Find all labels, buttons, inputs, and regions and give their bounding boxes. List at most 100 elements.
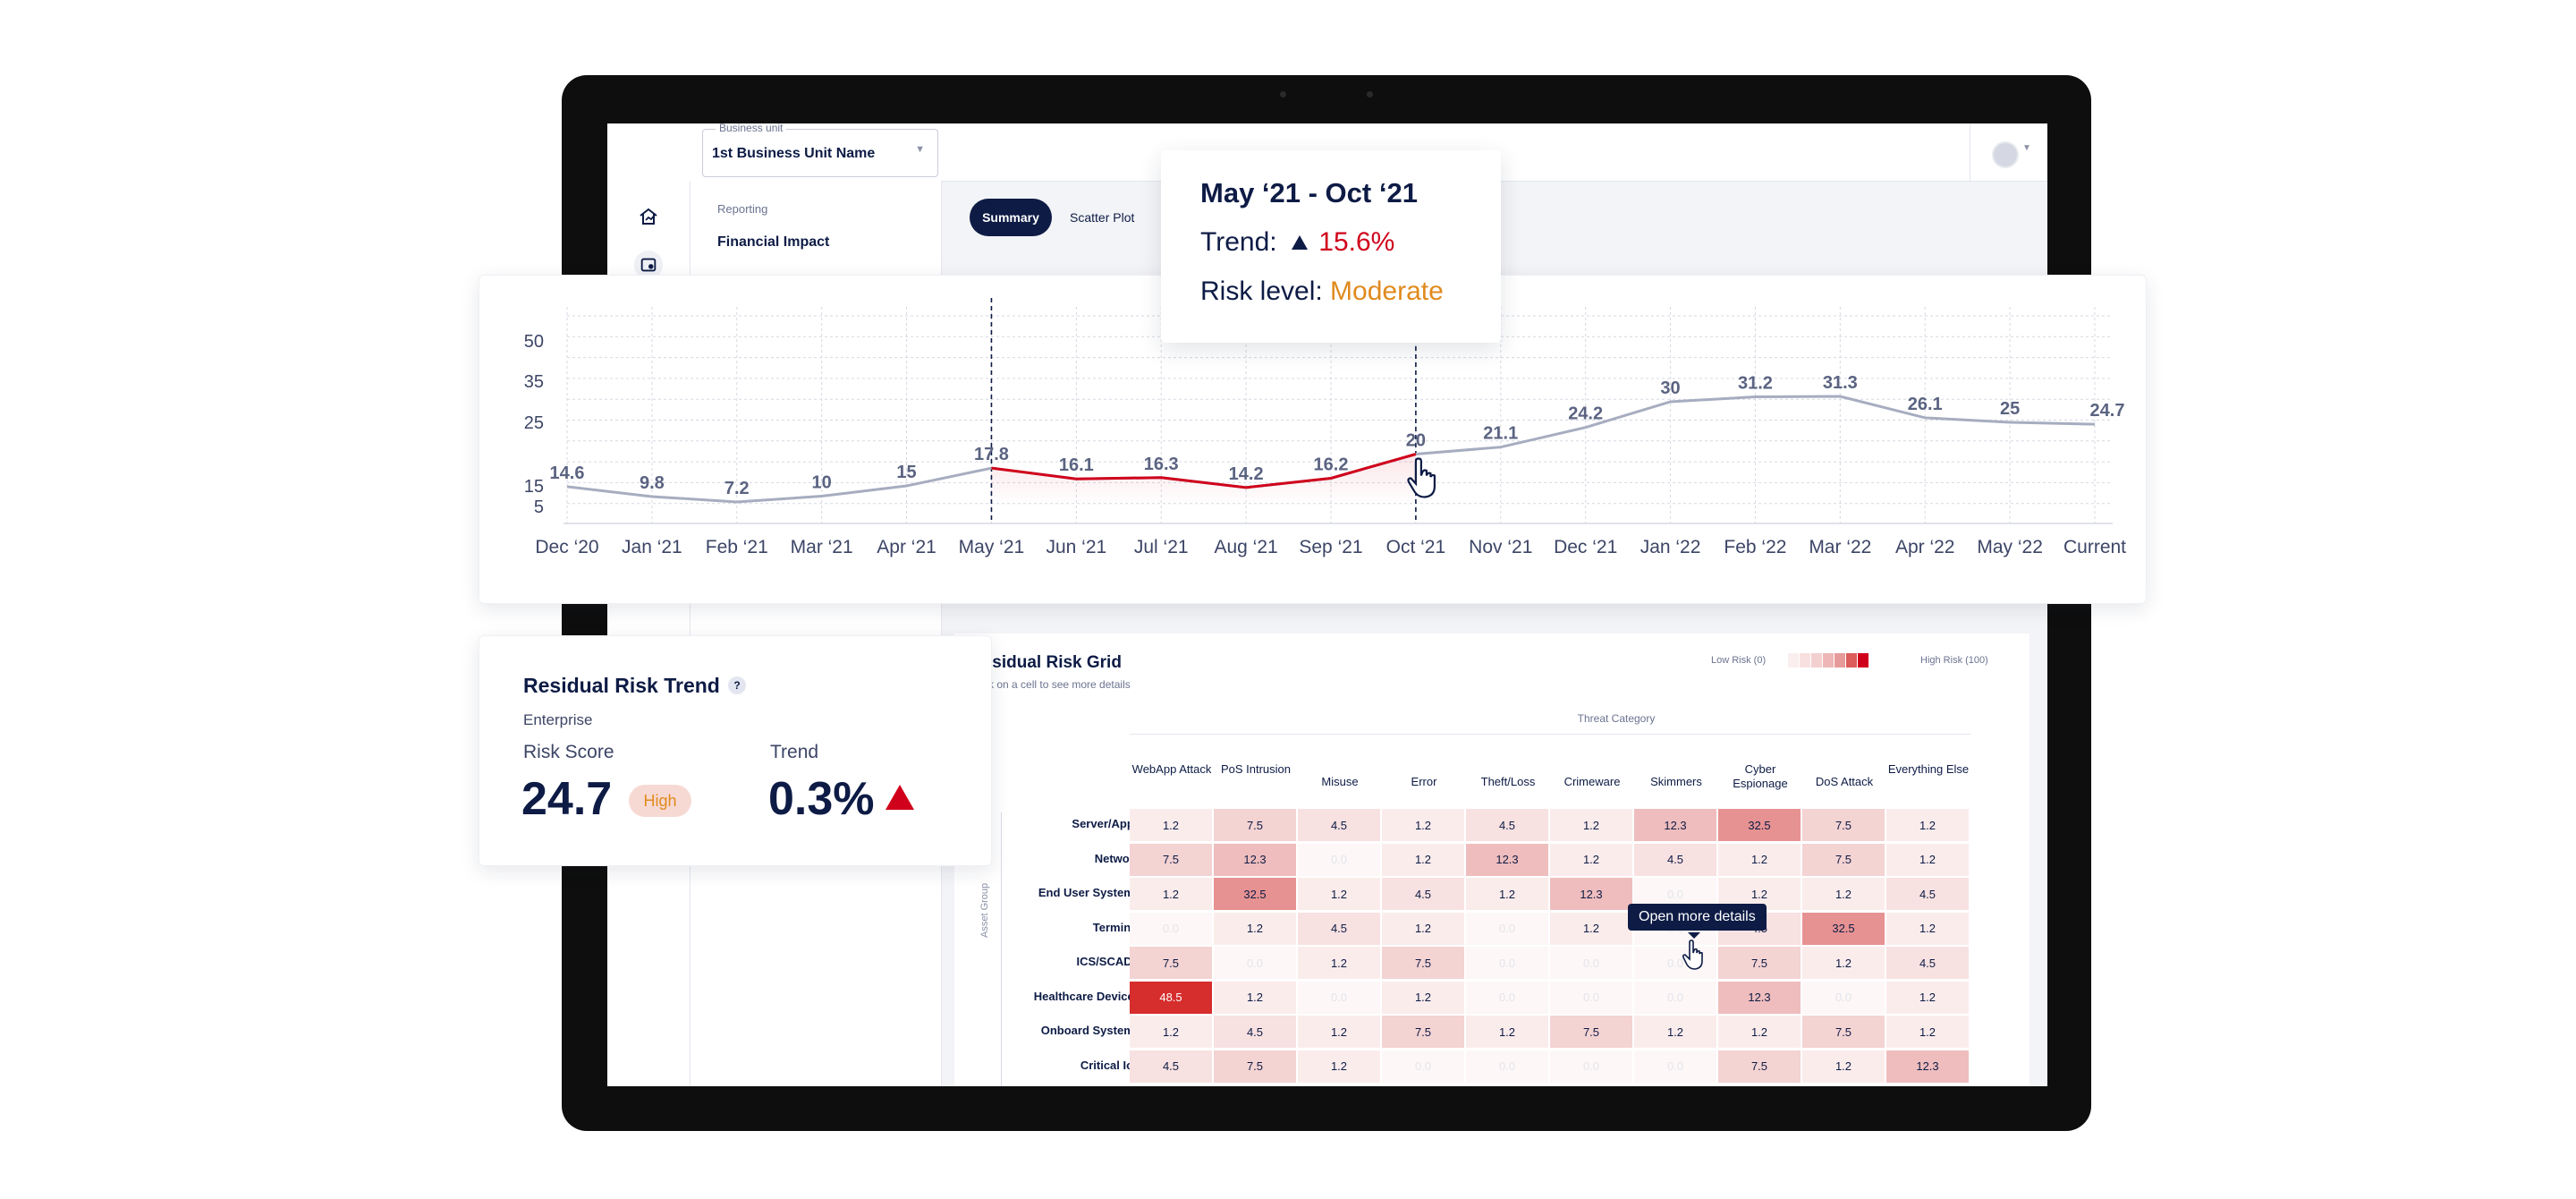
- grid-cell[interactable]: 32.5: [1718, 809, 1801, 841]
- grid-cell[interactable]: 0.0: [1130, 912, 1212, 945]
- grid-cell[interactable]: 1.2: [1298, 1050, 1380, 1083]
- grid-cell[interactable]: 1.2: [1214, 912, 1296, 945]
- grid-cell[interactable]: 0.0: [1466, 912, 1548, 945]
- x-tick-label: Feb ‘21: [706, 537, 768, 557]
- grid-cell[interactable]: 4.5: [1382, 878, 1464, 910]
- grid-cell[interactable]: 4.5: [1886, 878, 1969, 910]
- grid-cell[interactable]: 4.5: [1130, 1050, 1212, 1083]
- grid-cell[interactable]: 0.0: [1298, 981, 1380, 1014]
- grid-cell[interactable]: 0.0: [1298, 843, 1380, 876]
- row-header: Healthcare Devices: [1033, 989, 1140, 1003]
- grid-cell[interactable]: 1.2: [1130, 1016, 1212, 1048]
- grid-cell[interactable]: 7.5: [1214, 809, 1296, 841]
- grid-cell[interactable]: 7.5: [1382, 1016, 1464, 1048]
- grid-cell[interactable]: 1.2: [1886, 1016, 1969, 1048]
- help-icon[interactable]: ?: [728, 676, 746, 694]
- grid-cell[interactable]: 1.2: [1718, 843, 1801, 876]
- grid-cell[interactable]: 1.2: [1130, 878, 1212, 910]
- asset-group-label: Asset Group: [979, 882, 990, 938]
- grid-cell[interactable]: 0.0: [1466, 947, 1548, 979]
- business-unit-label: Business unit: [716, 123, 787, 134]
- camera-dot: [1280, 91, 1286, 98]
- grid-cell[interactable]: 48.5: [1130, 981, 1212, 1014]
- residual-risk-grid: Residual Risk Grid Click on a cell to se…: [954, 634, 2029, 1086]
- grid-cell[interactable]: 4.5: [1298, 809, 1380, 841]
- grid-cell[interactable]: 7.5: [1718, 1050, 1801, 1083]
- grid-cell[interactable]: 7.5: [1802, 1016, 1885, 1048]
- grid-cell[interactable]: 0.0: [1466, 1050, 1548, 1083]
- grid-cell[interactable]: 7.5: [1802, 809, 1885, 841]
- grid-cell[interactable]: 1.2: [1886, 843, 1969, 876]
- grid-cell[interactable]: 7.5: [1718, 947, 1801, 979]
- grid-cell[interactable]: 7.5: [1550, 1016, 1632, 1048]
- grid-cell[interactable]: 1.2: [1634, 1016, 1716, 1048]
- grid-cell[interactable]: 1.2: [1886, 981, 1969, 1014]
- grid-cell[interactable]: 1.2: [1466, 1016, 1548, 1048]
- grid-cell[interactable]: 1.2: [1886, 809, 1969, 841]
- grid-cell[interactable]: 1.2: [1466, 878, 1548, 910]
- grid-cell[interactable]: 1.2: [1550, 809, 1632, 841]
- grid-cell[interactable]: 0.0: [1214, 947, 1296, 979]
- grid-cell[interactable]: 4.5: [1634, 843, 1716, 876]
- grid-cell[interactable]: 1.2: [1382, 843, 1464, 876]
- grid-cell[interactable]: 1.2: [1886, 912, 1969, 945]
- grid-cell[interactable]: 32.5: [1802, 912, 1885, 945]
- grid-cell[interactable]: 1.2: [1382, 912, 1464, 945]
- grid-cell[interactable]: 1.2: [1298, 1016, 1380, 1048]
- grid-cell[interactable]: 4.5: [1466, 809, 1548, 841]
- legend-swatch: [1846, 653, 1857, 668]
- tab-scatter-plot[interactable]: Scatter Plot: [1070, 199, 1134, 236]
- grid-cell[interactable]: 4.5: [1214, 1016, 1296, 1048]
- grid-cell[interactable]: 7.5: [1130, 947, 1212, 979]
- trend-value: 0.3%: [768, 773, 875, 825]
- grid-cell[interactable]: 0.0: [1550, 1050, 1632, 1083]
- data-label: 31.2: [1738, 373, 1773, 393]
- home-chart-icon[interactable]: [634, 202, 663, 231]
- grid-cell[interactable]: 12.3: [1634, 809, 1716, 841]
- grid-cell[interactable]: 7.5: [1802, 843, 1885, 876]
- grid-cell[interactable]: 1.2: [1298, 878, 1380, 910]
- grid-cell[interactable]: 0.0: [1382, 1050, 1464, 1083]
- grid-cell[interactable]: 4.5: [1298, 912, 1380, 945]
- grid-cell[interactable]: 0.0: [1550, 981, 1632, 1014]
- column-header: Cyber Espionage: [1733, 762, 1788, 790]
- grid-cell[interactable]: 0.0: [1802, 981, 1885, 1014]
- data-label: 31.3: [1823, 373, 1858, 393]
- grid-cell[interactable]: 12.3: [1718, 981, 1801, 1014]
- business-unit-select[interactable]: Business unit 1st Business Unit Name ▼: [702, 123, 938, 177]
- grid-cell[interactable]: 1.2: [1550, 912, 1632, 945]
- grid-cell[interactable]: 0.0: [1634, 981, 1716, 1014]
- grid-cell[interactable]: 7.5: [1382, 947, 1464, 979]
- grid-cell[interactable]: 12.3: [1466, 843, 1548, 876]
- grid-cell[interactable]: 1.2: [1550, 843, 1632, 876]
- grid-cell[interactable]: 32.5: [1214, 878, 1296, 910]
- menu-item-financial-impact[interactable]: Financial Impact: [717, 234, 829, 251]
- tab-summary[interactable]: Summary: [970, 199, 1052, 236]
- grid-cell[interactable]: 12.3: [1214, 843, 1296, 876]
- y-tick-label: 50: [524, 332, 544, 352]
- grid-cell[interactable]: 1.2: [1802, 947, 1885, 979]
- x-tick-label: May ‘22: [1977, 537, 2043, 557]
- grid-cell[interactable]: 12.3: [1550, 878, 1632, 910]
- grid-cell[interactable]: 1.2: [1214, 981, 1296, 1014]
- grid-cell[interactable]: 0.0: [1466, 981, 1548, 1014]
- grid-cell[interactable]: 12.3: [1886, 1050, 1969, 1083]
- grid-cell[interactable]: 4.5: [1886, 947, 1969, 979]
- grid-cell[interactable]: 0.0: [1634, 1050, 1716, 1083]
- grid-cell[interactable]: 7.5: [1214, 1050, 1296, 1083]
- user-menu[interactable]: ▼: [1970, 123, 2047, 181]
- grid-cell[interactable]: 1.2: [1802, 878, 1885, 910]
- grid-cell[interactable]: 1.2: [1298, 947, 1380, 979]
- data-label: 15: [896, 463, 916, 482]
- grid-cell[interactable]: 1.2: [1382, 809, 1464, 841]
- grid-cell[interactable]: 0.0: [1550, 947, 1632, 979]
- grid-cell[interactable]: 1.2: [1718, 1016, 1801, 1048]
- grid-cell[interactable]: 1.2: [1382, 981, 1464, 1014]
- grid-subtitle: Click on a cell to see more details: [970, 678, 1131, 691]
- risk-score-label: Risk Score: [523, 742, 614, 762]
- x-tick-label: Feb ‘22: [1724, 537, 1786, 557]
- column-header: PoS Intrusion: [1220, 762, 1292, 776]
- grid-cell[interactable]: 1.2: [1130, 809, 1212, 841]
- grid-cell[interactable]: 7.5: [1130, 843, 1212, 876]
- grid-cell[interactable]: 1.2: [1802, 1050, 1885, 1083]
